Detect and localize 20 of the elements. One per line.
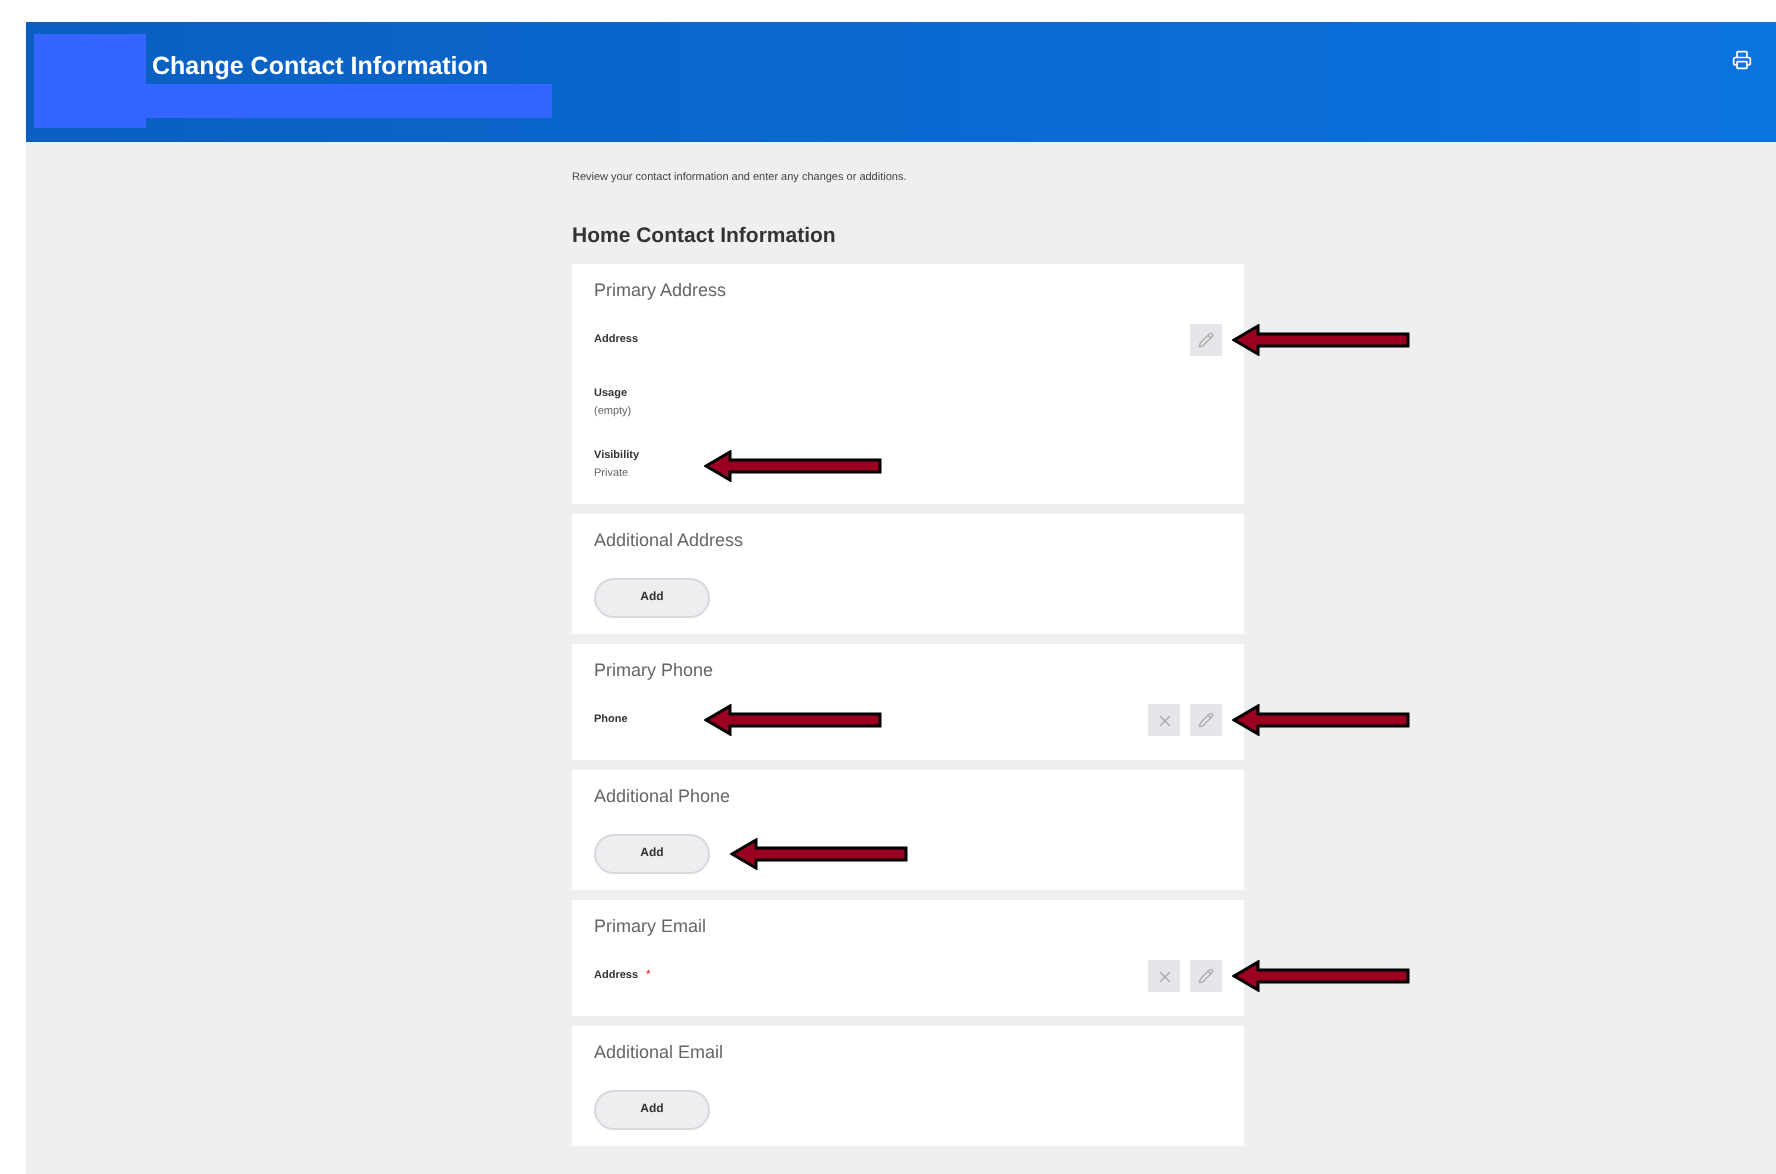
edit-button[interactable]: [1190, 960, 1222, 992]
card-title: Primary Phone: [594, 660, 716, 680]
redaction-block: [34, 34, 146, 128]
card-title: Additional Email: [594, 1042, 726, 1062]
section-heading: Home Contact Information: [572, 224, 838, 248]
card-title: Additional Phone: [594, 786, 733, 806]
delete-button[interactable]: [1148, 960, 1180, 992]
delete-button[interactable]: [1148, 704, 1180, 736]
card-title: Primary Address: [594, 280, 729, 300]
card-title: Primary Email: [594, 916, 709, 936]
print-icon[interactable]: [1732, 50, 1752, 70]
edit-button[interactable]: [1190, 704, 1222, 736]
pencil-icon: [1198, 712, 1214, 728]
pencil-icon: [1198, 968, 1214, 984]
card-title: Additional Address: [594, 530, 746, 550]
page-title: Change Contact Information: [152, 52, 489, 80]
pencil-icon: [1198, 332, 1214, 348]
close-icon: [1155, 711, 1173, 729]
close-icon: [1155, 967, 1173, 985]
edit-button[interactable]: [1190, 324, 1222, 356]
